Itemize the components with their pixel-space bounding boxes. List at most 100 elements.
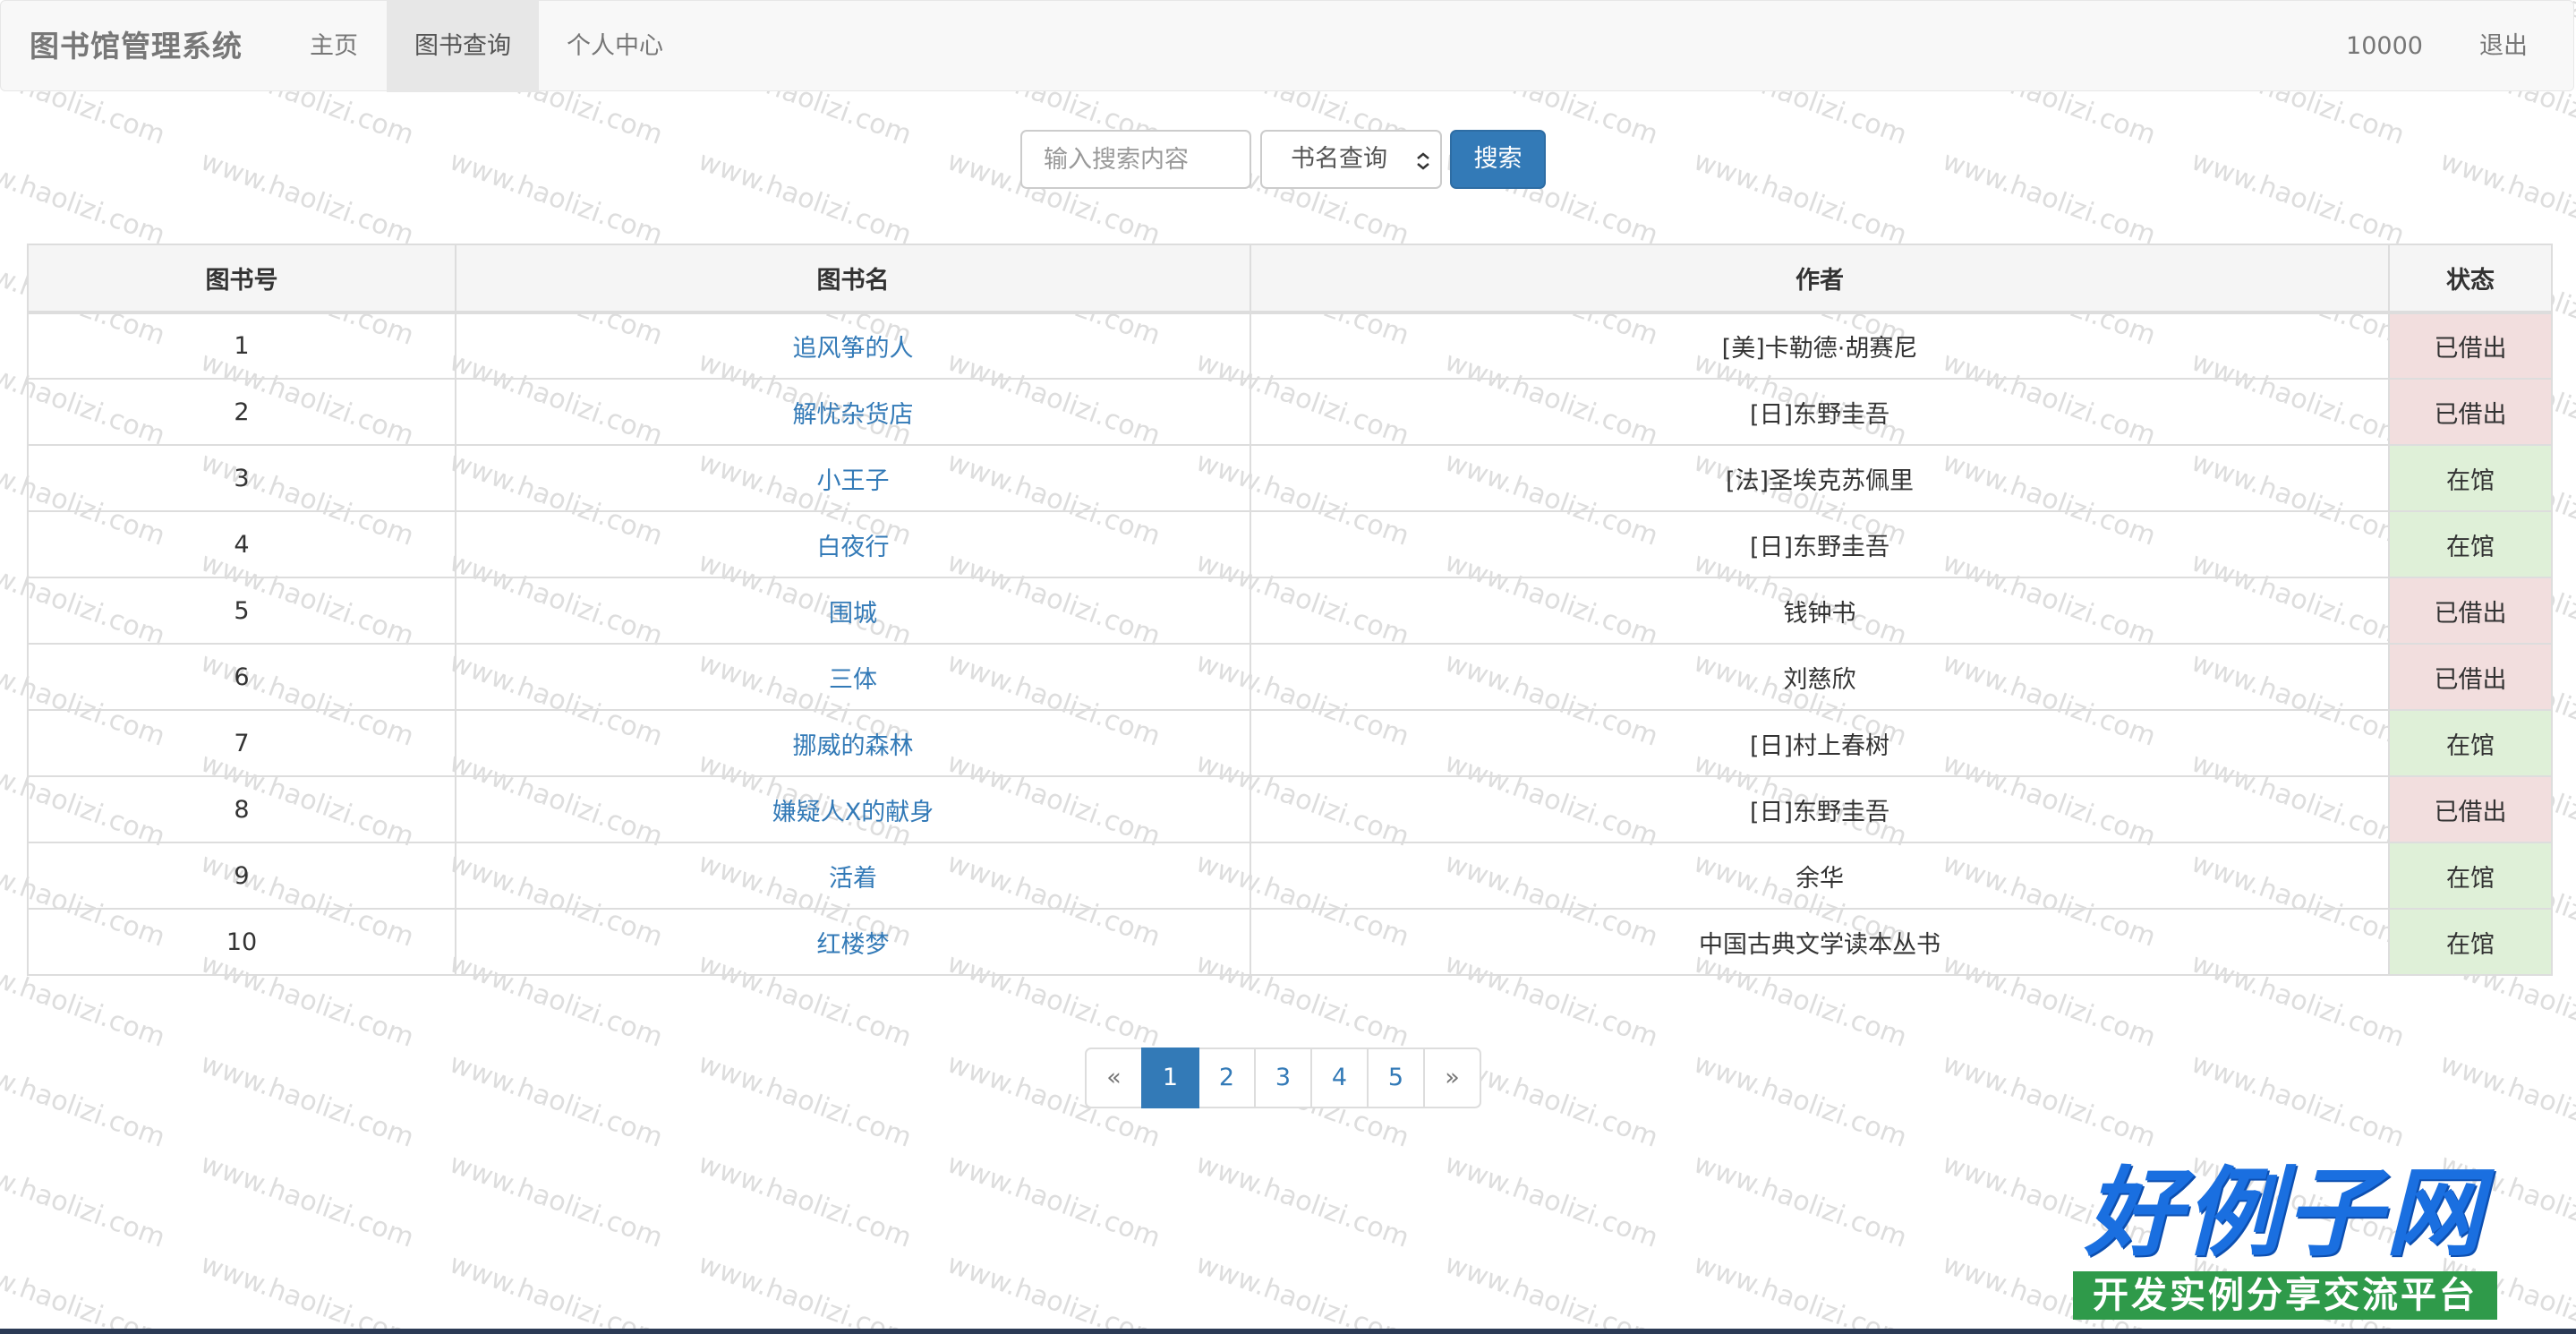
- app-brand[interactable]: 图书馆管理系统: [30, 1, 243, 92]
- watermark-text: www.haolizi.com: [694, 1048, 916, 1154]
- watermark-text: www.haolizi.com: [2435, 1048, 2576, 1154]
- watermark-text: www.haolizi.com: [1689, 1248, 1911, 1334]
- watermark-text: www.haolizi.com: [1689, 145, 1911, 252]
- watermark-text: www.haolizi.com: [694, 145, 916, 252]
- pagination-prev[interactable]: «: [1085, 1048, 1143, 1108]
- cell-book-name-link[interactable]: 活着: [455, 842, 1251, 910]
- watermark-text: www.haolizi.com: [445, 1148, 667, 1254]
- header-author: 作者: [1250, 244, 2390, 314]
- cell-author: [日]东野圭吾: [1250, 510, 2390, 578]
- site-logo: 好例子网 开发实例分享交流平台: [2073, 1160, 2497, 1327]
- window-bottom-edge: [0, 1329, 2576, 1334]
- cell-status: 已借出: [2388, 577, 2553, 645]
- cell-book-name-link[interactable]: 白夜行: [455, 510, 1251, 578]
- logo-title: 好例子网: [2084, 1157, 2486, 1270]
- watermark-text: www.haolizi.com: [1689, 1048, 1911, 1154]
- watermark-text: www.haolizi.com: [943, 1248, 1164, 1334]
- cell-author: 中国古典文学读本丛书: [1250, 908, 2390, 976]
- cell-book-name-link[interactable]: 挪威的森林: [455, 709, 1251, 777]
- watermark-text: www.haolizi.com: [445, 1248, 667, 1334]
- cell-author: [日]东野圭吾: [1250, 775, 2390, 843]
- header-book-id: 图书号: [27, 244, 456, 314]
- cell-book-name-link[interactable]: 追风筝的人: [455, 312, 1251, 380]
- watermark-text: www.haolizi.com: [1440, 1248, 1662, 1334]
- cell-book-id: 5: [27, 577, 456, 645]
- cell-status: 在馆: [2388, 842, 2553, 910]
- watermark-text: www.haolizi.com: [2187, 145, 2409, 252]
- pagination-page-1[interactable]: 1: [1141, 1048, 1199, 1108]
- cell-status: 在馆: [2388, 709, 2553, 777]
- header-book-name: 图书名: [455, 244, 1251, 314]
- table-row: 1 追风筝的人 [美]卡勒德·胡赛尼 已借出: [27, 312, 2553, 380]
- watermark-text: www.haolizi.com: [1938, 1048, 2160, 1154]
- chevron-up-down-icon: [1417, 152, 1429, 170]
- cell-status: 已借出: [2388, 775, 2553, 843]
- watermark-text: www.haolizi.com: [2435, 145, 2576, 252]
- nav-home[interactable]: 主页: [286, 1, 382, 92]
- table-row: 8 嫌疑人X的献身 [日]东野圭吾 已借出: [27, 775, 2553, 843]
- search-button[interactable]: 搜索: [1450, 130, 1546, 189]
- watermark-text: www.haolizi.com: [943, 1148, 1164, 1254]
- cell-book-name-link[interactable]: 解忧杂货店: [455, 378, 1251, 446]
- cell-book-name-link[interactable]: 嫌疑人X的献身: [455, 775, 1251, 843]
- cell-book-name-link[interactable]: 红楼梦: [455, 908, 1251, 976]
- cell-book-id: 2: [27, 378, 456, 446]
- cell-book-name-link[interactable]: 小王子: [455, 444, 1251, 512]
- search-type-select[interactable]: 书名查询: [1260, 130, 1442, 189]
- watermark-text: www.haolizi.com: [0, 1248, 169, 1334]
- pagination-page-2[interactable]: 2: [1198, 1048, 1256, 1108]
- watermark-text: www.haolizi.com: [1689, 1148, 1911, 1254]
- search-input[interactable]: [1020, 130, 1251, 189]
- watermark-text: www.haolizi.com: [1440, 1148, 1662, 1254]
- navbar: 图书馆管理系统 主页 图书查询 个人中心 10000 退出: [0, 0, 2574, 92]
- cell-book-name-link[interactable]: 围城: [455, 577, 1251, 645]
- watermark-text: www.haolizi.com: [0, 145, 169, 252]
- table-row: 2 解忧杂货店 [日]东野圭吾 已借出: [27, 378, 2553, 446]
- nav-personal-center[interactable]: 个人中心: [539, 1, 691, 92]
- table-header-row: 图书号 图书名 作者 状态: [27, 244, 2553, 314]
- cell-book-id: 9: [27, 842, 456, 910]
- cell-status: 在馆: [2388, 510, 2553, 578]
- pagination-page-3[interactable]: 3: [1254, 1048, 1312, 1108]
- page: www.haolizi.com www.haolizi.com www.haoliz…: [0, 0, 2576, 1334]
- table-row: 5 围城 钱钟书 已借出: [27, 577, 2553, 645]
- cell-status: 已借出: [2388, 378, 2553, 446]
- table-row: 6 三体 刘慈欣 已借出: [27, 643, 2553, 711]
- table-row: 10 红楼梦 中国古典文学读本丛书 在馆: [27, 908, 2553, 976]
- cell-book-id: 1: [27, 312, 456, 380]
- cell-author: [法]圣埃克苏佩里: [1250, 444, 2390, 512]
- watermark-text: www.haolizi.com: [196, 145, 418, 252]
- nav-user-id[interactable]: 10000: [2310, 1, 2459, 92]
- watermark-text: www.haolizi.com: [0, 1148, 169, 1254]
- watermark-text: www.haolizi.com: [196, 1148, 418, 1254]
- watermark-text: www.haolizi.com: [445, 1048, 667, 1154]
- watermark-text: www.haolizi.com: [196, 1048, 418, 1154]
- cell-status: 在馆: [2388, 444, 2553, 512]
- cell-book-id: 4: [27, 510, 456, 578]
- watermark-text: www.haolizi.com: [196, 1248, 418, 1334]
- cell-book-id: 3: [27, 444, 456, 512]
- cell-book-id: 10: [27, 908, 456, 976]
- watermark-text: www.haolizi.com: [0, 1048, 169, 1154]
- watermark-text: www.haolizi.com: [694, 1248, 916, 1334]
- logout-link[interactable]: 退出: [2459, 1, 2548, 92]
- table-row: 3 小王子 [法]圣埃克苏佩里 在馆: [27, 444, 2553, 512]
- cell-author: [日]村上春树: [1250, 709, 2390, 777]
- search-type-value: 书名查询: [1291, 145, 1387, 173]
- pagination-next[interactable]: »: [1423, 1048, 1481, 1108]
- cell-author: [日]东野圭吾: [1250, 378, 2390, 446]
- watermark-text: www.haolizi.com: [445, 145, 667, 252]
- watermark-text: www.haolizi.com: [1938, 145, 2160, 252]
- pagination-page-5[interactable]: 5: [1367, 1048, 1425, 1108]
- cell-book-id: 7: [27, 709, 456, 777]
- pagination-page-4[interactable]: 4: [1310, 1048, 1369, 1108]
- pagination: « 1 2 3 4 5 »: [1085, 1048, 1481, 1108]
- table-row: 9 活着 余华 在馆: [27, 842, 2553, 910]
- cell-author: 余华: [1250, 842, 2390, 910]
- cell-book-name-link[interactable]: 三体: [455, 643, 1251, 711]
- cell-author: [美]卡勒德·胡赛尼: [1250, 312, 2390, 380]
- cell-status: 在馆: [2388, 908, 2553, 976]
- nav-book-query[interactable]: 图书查询: [387, 1, 539, 92]
- logo-subtitle: 开发实例分享交流平台: [2073, 1271, 2497, 1320]
- cell-author: 钱钟书: [1250, 577, 2390, 645]
